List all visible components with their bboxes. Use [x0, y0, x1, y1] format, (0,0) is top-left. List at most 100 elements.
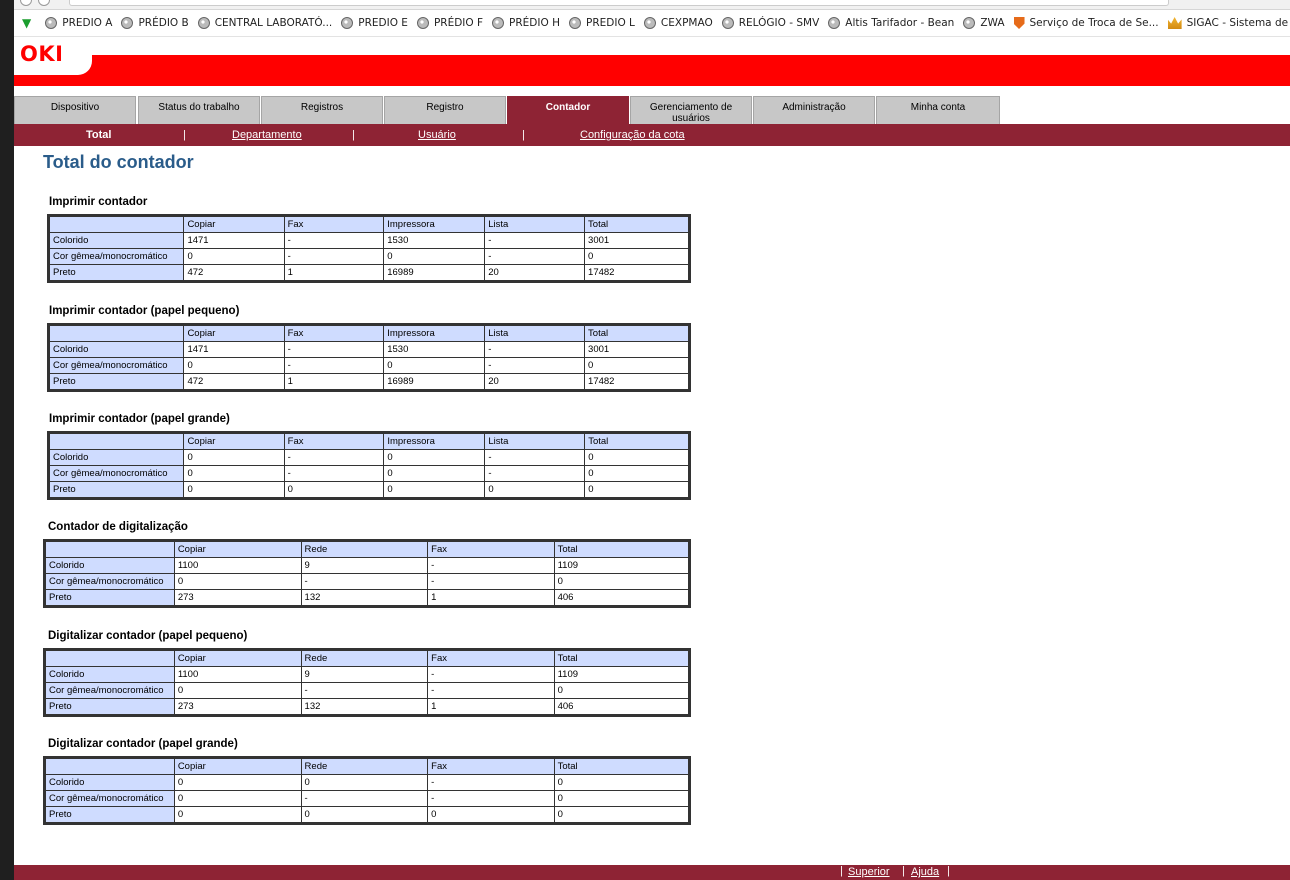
counter-value: 273 — [174, 590, 301, 605]
bookmark-item[interactable]: CENTRAL LABORATÓ... — [197, 17, 332, 29]
counter-value: 273 — [174, 699, 301, 714]
browser-toolbar — [14, 0, 1290, 10]
bookmark-item[interactable]: ZWA — [963, 17, 1005, 29]
globe-icon — [492, 17, 505, 29]
counter-value: - — [428, 791, 554, 806]
tab-contador[interactable]: Contador — [507, 96, 629, 124]
address-bar[interactable] — [69, 0, 1169, 6]
table-row: Colorido 0 0-0 — [46, 775, 688, 790]
bookmark-item[interactable]: PRÉDIO H — [492, 17, 560, 29]
back-button-icon[interactable] — [20, 0, 32, 6]
row-label: Preto — [50, 265, 184, 280]
counter-value: 3001 — [585, 233, 688, 248]
counter-value: 1109 — [554, 667, 688, 682]
counter-table: Copiar Rede Fax Total Colorido 1100 9-1109 Cor … — [43, 539, 691, 608]
footer-separator: | — [902, 865, 905, 877]
bookmark-item[interactable]: PRÉDIO F — [416, 17, 483, 29]
bookmark-item[interactable]: Serviço de Troca de Se... — [1013, 17, 1159, 29]
tab-gerenciamento-de-usuarios[interactable]: Gerenciamento de usuários — [630, 96, 752, 124]
table-header-row: Copiar Rede Fax Total — [46, 542, 688, 557]
column-header: Total — [585, 217, 688, 232]
tab-registros[interactable]: Registros — [261, 96, 383, 124]
subnav-separator: | — [522, 129, 525, 141]
counter-value: - — [284, 450, 384, 465]
subnav-usuario[interactable]: Usuário — [418, 129, 456, 141]
counter-value: 20 — [485, 265, 585, 280]
counter-section: Digitalizar contador (papel pequeno) Copi… — [43, 630, 691, 717]
tab-registro[interactable]: Registro — [384, 96, 506, 124]
counter-value: 20 — [485, 374, 585, 389]
section-title: Contador de digitalização — [48, 521, 188, 533]
bookmark-item[interactable]: PREDIO A — [45, 17, 112, 29]
counter-value: 0 — [554, 574, 688, 589]
counter-value: - — [428, 558, 554, 573]
row-label: Cor gêmea/monocromático — [50, 249, 184, 264]
subnav-separator: | — [183, 129, 186, 141]
counter-value: - — [485, 466, 585, 481]
counter-value: 0 — [301, 807, 428, 822]
counter-value: 0 — [174, 775, 301, 790]
v-logo-icon: ▼ — [22, 16, 32, 30]
counter-value: - — [284, 233, 384, 248]
bookmark-home[interactable]: ▼ — [22, 16, 36, 30]
table-row: Colorido 1100 9-1109 — [46, 667, 688, 682]
subnav-configuracao-da-cota[interactable]: Configuração da cota — [580, 129, 685, 141]
bookmark-item[interactable]: RELÓGIO - SMV — [721, 17, 819, 29]
bookmark-item[interactable]: PREDIO E — [341, 17, 408, 29]
counter-value: - — [485, 342, 585, 357]
row-label: Cor gêmea/monocromático — [46, 683, 174, 698]
section-title: Digitalizar contador (papel grande) — [48, 738, 238, 750]
reload-icon[interactable] — [38, 0, 50, 6]
counter-section: Imprimir contador Copiar Fax Impressora List… — [43, 196, 691, 283]
bookmark-item[interactable]: PREDIO L — [569, 17, 635, 29]
section-title: Imprimir contador — [49, 196, 148, 208]
table-row: Cor gêmea/monocromático 0- -0 — [46, 791, 688, 806]
subnav-separator: | — [352, 129, 355, 141]
column-header: Fax — [428, 651, 554, 666]
globe-icon — [341, 17, 354, 29]
counter-value: 9 — [301, 667, 428, 682]
column-header: Rede — [301, 651, 428, 666]
column-header: Copiar — [174, 651, 301, 666]
row-label: Preto — [46, 699, 174, 714]
footer-superior-link[interactable]: Superior — [848, 866, 890, 878]
table-header-row: Copiar Fax Impressora Lista Total — [50, 217, 688, 232]
counter-value: 0 — [585, 249, 688, 264]
tab-status-do-trabalho[interactable]: Status do trabalho — [138, 96, 260, 124]
column-header: Copiar — [184, 217, 284, 232]
table-row: Colorido 0-0-0 — [50, 450, 688, 465]
counter-value: - — [301, 574, 428, 589]
counter-value: 0 — [384, 358, 485, 373]
subnav-departamento[interactable]: Departamento — [232, 129, 302, 141]
counter-value: 0 — [585, 466, 688, 481]
tab-minha-conta[interactable]: Minha conta — [876, 96, 1000, 124]
tab-administracao[interactable]: Administração — [753, 96, 875, 124]
bookmark-item[interactable]: SIGAC - Sistema de Ge... — [1167, 17, 1290, 29]
header-corner-cell — [50, 434, 184, 449]
bookmark-item[interactable]: PRÉDIO B — [121, 17, 189, 29]
bookmark-item[interactable]: Altis Tarifador - Bean — [828, 17, 954, 29]
counter-value: 1 — [284, 374, 384, 389]
tab-dispositivo[interactable]: Dispositivo — [14, 96, 136, 124]
counter-table: Copiar Fax Impressora Lista Total Colorido 147… — [47, 214, 691, 283]
header-band — [14, 55, 1290, 86]
subnav-total[interactable]: Total — [86, 129, 111, 141]
counter-value: 1530 — [384, 233, 485, 248]
table-row: Preto 472 1 16989 20 17482 — [50, 374, 688, 389]
main-tabs: Dispositivo Status do trabalho Registros… — [14, 96, 1290, 124]
table-row: Preto 472 1 16989 20 17482 — [50, 265, 688, 280]
counter-value: 0 — [174, 683, 301, 698]
table-header-row: Copiar Rede Fax Total — [46, 651, 688, 666]
table-header-row: Copiar Fax Impressora Lista Total — [50, 326, 688, 341]
counter-value: - — [485, 450, 585, 465]
counter-value: 1100 — [174, 667, 301, 682]
counter-value: - — [284, 249, 384, 264]
table-row: Preto 273 132 1 406 — [46, 590, 688, 605]
counter-table: Copiar Rede Fax Total Colorido 0 0-0 Cor gêmea/… — [43, 756, 691, 825]
counter-value: 406 — [554, 699, 688, 714]
bookmarks-bar: ▼ PREDIO A PRÉDIO B CENTRAL LABORATÓ... … — [14, 10, 1290, 37]
bookmark-item[interactable]: CEXPMAO — [643, 17, 713, 29]
row-label: Colorido — [50, 233, 184, 248]
counter-value: 0 — [174, 574, 301, 589]
footer-ajuda-link[interactable]: Ajuda — [911, 866, 939, 878]
